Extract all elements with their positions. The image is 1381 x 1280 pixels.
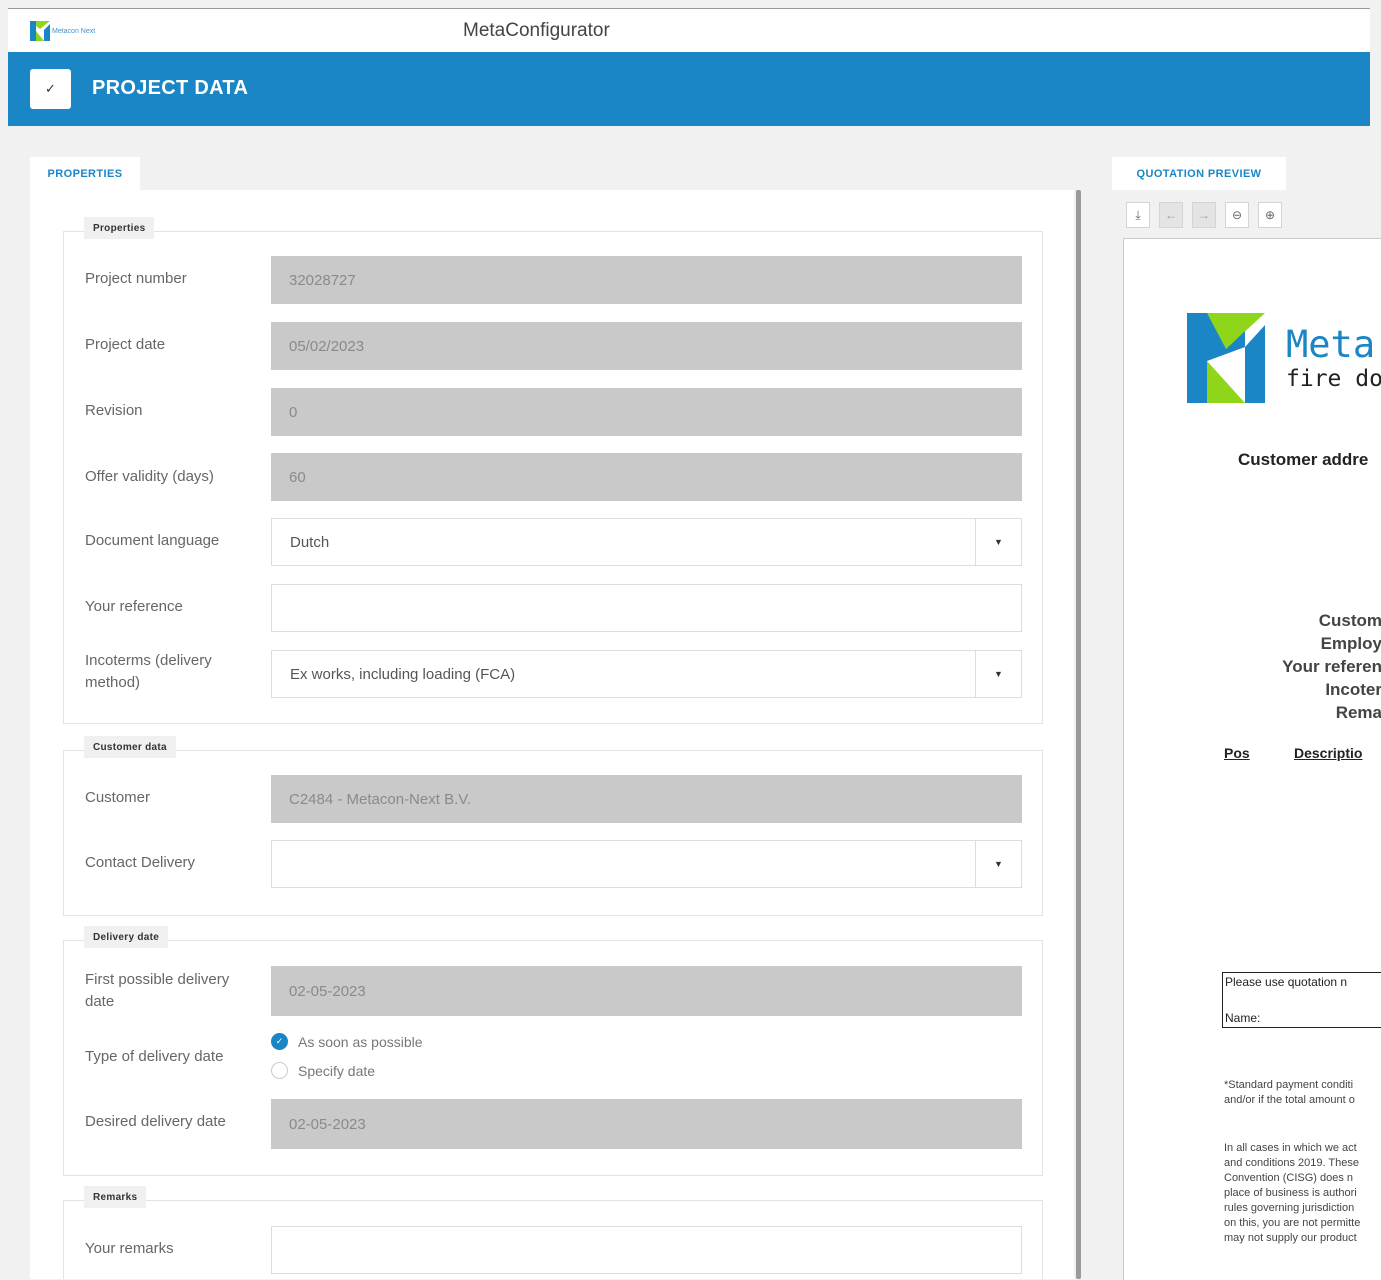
brand-name: Meta <box>1286 323 1376 366</box>
delivery-date-section: Delivery date First possible delivery da… <box>63 926 1043 1176</box>
tab-quotation-preview[interactable]: QUOTATION PREVIEW <box>1112 157 1286 190</box>
document-language-select[interactable]: Dutch ▼ <box>271 518 1022 566</box>
payment-line: *Standard payment conditi <box>1224 1079 1354 1091</box>
properties-section: Properties Project number 32028727 Proje… <box>63 217 1043 724</box>
arrow-right-icon: → <box>1198 208 1210 222</box>
radio-specify-label: Specify date <box>298 1062 376 1079</box>
zoom-in-button[interactable]: ⊕ <box>1258 202 1282 228</box>
page-title: PROJECT DATA <box>92 77 249 99</box>
box-instruction: Please use quotation n <box>1225 975 1348 989</box>
next-page-button[interactable]: → <box>1192 202 1216 228</box>
previous-page-button[interactable]: ← <box>1159 202 1183 228</box>
project-number-label: Project number <box>85 270 187 287</box>
radio-checked-icon: ✓ <box>271 1033 288 1050</box>
zoom-out-button[interactable]: ⊖ <box>1225 202 1249 228</box>
revision-label: Revision <box>85 402 143 419</box>
download-button[interactable]: ⤓ <box>1126 202 1150 228</box>
terms-line: on this, you are not permitte <box>1224 1217 1361 1229</box>
incoterms-value: Ex works, including loading (FCA) <box>290 665 516 683</box>
logo-text: Metacon Next <box>52 27 96 35</box>
section-legend-properties: Properties <box>84 217 155 239</box>
meta-employee: Employ <box>1320 634 1381 653</box>
terms-line: may not supply our product <box>1224 1232 1357 1244</box>
your-remarks-input[interactable] <box>271 1226 1022 1274</box>
incoterms-dropdown-button[interactable]: ▼ <box>975 651 1021 697</box>
contact-delivery-label: Contact Delivery <box>85 854 196 871</box>
incoterms-label: Incoterms (delivery method) <box>85 652 212 691</box>
desired-delivery-field[interactable]: 02-05-2023 <box>271 1099 1022 1149</box>
terms-line: Convention (CISG) does n <box>1224 1172 1354 1184</box>
metacon-logo-icon <box>30 21 50 41</box>
offer-validity-field[interactable]: 60 <box>271 453 1022 501</box>
tab-properties[interactable]: PROPERTIES <box>30 157 140 190</box>
your-reference-label: Your reference <box>85 598 183 615</box>
radio-asap[interactable]: ✓ As soon as possible <box>271 1033 423 1050</box>
radio-asap-label: As soon as possible <box>298 1033 423 1050</box>
section-legend-remarks: Remarks <box>84 1186 147 1208</box>
meta-customer: Custom <box>1318 611 1381 630</box>
terms-line: place of business is authori <box>1224 1187 1357 1199</box>
check-icon: ✓ <box>45 81 56 96</box>
zoom-in-icon: ⊕ <box>1264 208 1276 222</box>
document-language-label: Document language <box>85 532 220 549</box>
revision-field[interactable]: 0 <box>271 388 1022 436</box>
caret-down-icon: ▼ <box>994 537 1003 547</box>
remarks-section: Remarks Your remarks <box>63 1186 1043 1279</box>
customer-field[interactable]: C2484 - Metacon-Next B.V. <box>271 775 1022 823</box>
page-header: ✓ PROJECT DATA <box>8 52 1370 126</box>
contact-delivery-select[interactable]: ▼ <box>271 840 1022 888</box>
incoterms-select[interactable]: Ex works, including loading (FCA) ▼ <box>271 650 1022 698</box>
terms-line: and conditions 2019. These <box>1224 1157 1359 1169</box>
column-pos: Pos <box>1224 745 1250 761</box>
quotation-document: Meta fire do Customer addre Custom Emplo… <box>1123 238 1381 1280</box>
terms-line: In all cases in which we act <box>1224 1142 1357 1154</box>
meta-your-reference: Your referen <box>1282 657 1381 676</box>
meta-incoterms: Incoter <box>1325 680 1381 699</box>
terms-line: rules governing jurisdiction <box>1224 1202 1355 1214</box>
first-delivery-label: First possible delivery date <box>85 971 230 1010</box>
quotation-number-box: Please use quotation n Name: <box>1222 972 1381 1028</box>
confirm-button[interactable]: ✓ <box>30 69 71 109</box>
project-date-field[interactable]: 05/02/2023 <box>271 322 1022 370</box>
download-icon: ⤓ <box>1135 207 1141 222</box>
section-legend-customer: Customer data <box>84 736 176 758</box>
app-logo: Metacon Next <box>30 21 95 41</box>
brand-tagline: fire do <box>1286 366 1381 392</box>
terms-text: In all cases in which we act and conditi… <box>1224 1141 1360 1246</box>
your-remarks-label: Your remarks <box>85 1240 174 1257</box>
arrow-left-icon: ← <box>1165 208 1177 222</box>
project-date-label: Project date <box>85 336 166 353</box>
caret-down-icon: ▼ <box>994 859 1003 869</box>
top-bar: Metacon Next MetaConfigurator <box>8 8 1370 53</box>
metacon-brand-logo-icon <box>1187 313 1265 403</box>
customer-label: Customer <box>85 789 151 806</box>
radio-unchecked-icon <box>271 1062 288 1079</box>
column-description: Descriptio <box>1294 745 1363 761</box>
offer-validity-label: Offer validity (days) <box>85 468 214 485</box>
section-legend-delivery: Delivery date <box>84 926 169 948</box>
contact-delivery-dropdown-button[interactable]: ▼ <box>975 841 1021 887</box>
radio-specify-date[interactable]: Specify date <box>271 1062 375 1079</box>
properties-scrollbar[interactable] <box>1076 190 1081 1279</box>
project-number-field[interactable]: 32028727 <box>271 256 1022 304</box>
document-language-value: Dutch <box>290 533 330 551</box>
app-title: MetaConfigurator <box>463 20 610 41</box>
delivery-type-label: Type of delivery date <box>85 1048 224 1065</box>
zoom-out-icon: ⊖ <box>1231 208 1243 222</box>
customer-data-section: Customer data Customer C2484 - Metacon-N… <box>63 736 1043 916</box>
payment-line: and/or if the total amount o <box>1224 1094 1355 1106</box>
document-language-dropdown-button[interactable]: ▼ <box>975 519 1021 565</box>
customer-address-heading: Customer addre <box>1238 450 1369 469</box>
your-reference-input[interactable] <box>271 584 1022 632</box>
meta-remarks: Rema <box>1335 703 1381 722</box>
box-name: Name: <box>1225 1011 1261 1025</box>
payment-conditions: *Standard payment conditi and/or if the … <box>1224 1078 1355 1108</box>
preview-toolbar: ⤓ ← → ⊖ ⊕ <box>1126 202 1282 228</box>
properties-panel: Properties Project number 32028727 Proje… <box>30 190 1074 1279</box>
desired-delivery-label: Desired delivery date <box>85 1113 226 1130</box>
caret-down-icon: ▼ <box>994 669 1003 679</box>
first-delivery-field[interactable]: 02-05-2023 <box>271 966 1022 1016</box>
